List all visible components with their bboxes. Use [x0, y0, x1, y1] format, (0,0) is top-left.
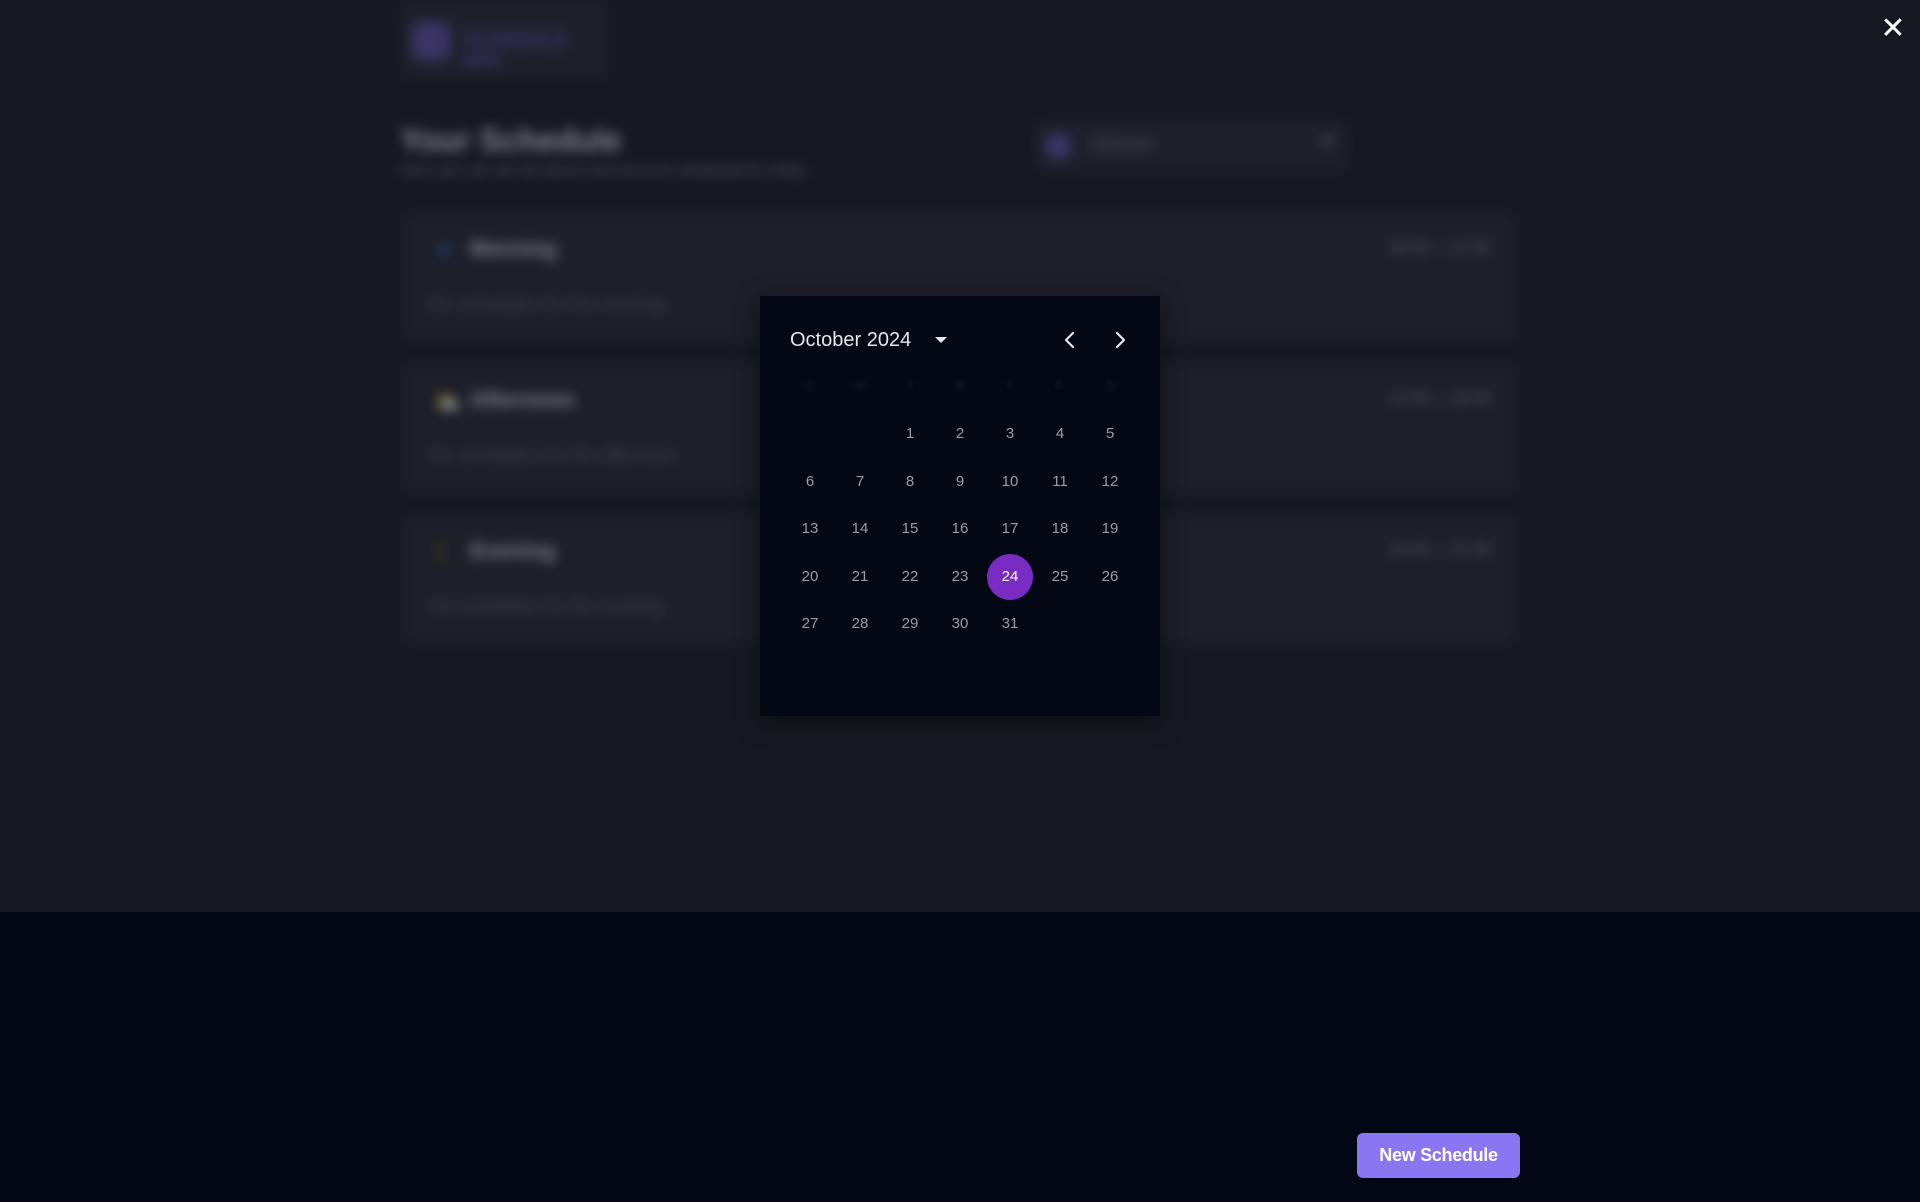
day-cell[interactable]: 29: [887, 601, 933, 647]
day-cell[interactable]: 31: [987, 601, 1033, 647]
day-cell[interactable]: 1: [887, 411, 933, 457]
day-cell[interactable]: 30: [937, 601, 983, 647]
weekday-label: M: [854, 378, 866, 393]
close-button[interactable]: ✕: [1878, 14, 1908, 44]
sun-icon: ☀: [434, 238, 454, 263]
chevron-left-icon: [1064, 331, 1075, 349]
datepicker: October 2024 SMTWTFS 1 2 3 4 5 6 7 8 9 10 11 12 13 14…: [760, 296, 1160, 716]
month-year-selector[interactable]: October 2024: [790, 324, 948, 356]
day-cell[interactable]: 17: [987, 506, 1033, 552]
day-cell[interactable]: 16: [937, 506, 983, 552]
slot-name: Afternoon: [470, 387, 576, 412]
day-cell[interactable]: 27: [787, 601, 833, 647]
day-cell[interactable]: 5: [1087, 411, 1133, 457]
previous-month-button[interactable]: [1054, 324, 1086, 356]
day-cell[interactable]: 14: [837, 506, 883, 552]
day-cell[interactable]: 19: [1087, 506, 1133, 552]
slot-empty-text: No schedules for the morning: [430, 294, 666, 314]
month-label: October 2024: [790, 328, 912, 351]
professional-select-value: Selected: [1090, 136, 1153, 153]
day-cell[interactable]: 6: [787, 459, 833, 505]
user-icon: [1046, 134, 1070, 158]
cloud-sun-icon: ⛅: [434, 389, 462, 414]
day-cell[interactable]: 12: [1087, 459, 1133, 505]
weekday-label: F: [1056, 378, 1064, 393]
chevron-right-icon: [1115, 331, 1126, 349]
professional-select: Selected: [1036, 120, 1348, 172]
slot-empty-text: No schedules for the evening: [430, 596, 664, 616]
page: SCHEDULE APP Your Schedule Here you can …: [0, 0, 1920, 1202]
slot-hours: 13:00 – 18:00: [1388, 389, 1492, 408]
moon-icon: ☾: [434, 540, 454, 565]
slot-empty-text: No schedules for the afternoon: [430, 445, 677, 465]
close-icon: ✕: [1880, 12, 1906, 45]
weekday-label: S: [1105, 378, 1115, 393]
day-cell[interactable]: 13: [787, 506, 833, 552]
day-cell[interactable]: 9: [937, 459, 983, 505]
day-cell-selected[interactable]: 24: [987, 553, 1033, 600]
slot-name: Morning: [470, 236, 557, 261]
day-cell[interactable]: 8: [887, 459, 933, 505]
day-cell[interactable]: 3: [987, 411, 1033, 457]
weekday-label: W: [953, 378, 967, 393]
logo-text: SCHEDULE APP: [462, 30, 570, 71]
next-month-button[interactable]: [1104, 324, 1136, 356]
day-cell[interactable]: 25: [1037, 554, 1083, 600]
day-cell[interactable]: 21: [837, 554, 883, 600]
day-cell[interactable]: 26: [1087, 554, 1133, 600]
slot-name: Evening: [470, 538, 556, 563]
weekday-label: S: [805, 378, 815, 393]
day-cell[interactable]: 15: [887, 506, 933, 552]
day-cell[interactable]: 4: [1037, 411, 1083, 457]
new-schedule-button[interactable]: New Schedule: [1357, 1133, 1520, 1178]
weekday-header: SMTWTFS: [790, 378, 1140, 402]
app-logo: SCHEDULE APP: [400, 0, 608, 78]
day-cell[interactable]: 7: [837, 459, 883, 505]
slot-hours: 19:00 – 21:00: [1388, 540, 1492, 559]
day-grid: 1 2 3 4 5 6 7 8 9 10 11 12 13 14 15 16 17 18 19 20 21 22 23 24 2…: [790, 422, 1140, 672]
slot-hours: 09:00 – 12:00: [1388, 238, 1492, 257]
day-cell[interactable]: 2: [937, 411, 983, 457]
day-cell[interactable]: 22: [887, 554, 933, 600]
logo-icon: [412, 22, 450, 60]
page-subtitle: Here you can see all clients and service…: [400, 162, 807, 179]
day-cell[interactable]: 28: [837, 601, 883, 647]
weekday-label: T: [906, 378, 914, 393]
day-cell[interactable]: 20: [787, 554, 833, 600]
day-cell[interactable]: 18: [1037, 506, 1083, 552]
day-cell[interactable]: 11: [1037, 459, 1083, 505]
modal-overlay-lower: [0, 912, 1920, 1202]
day-cell[interactable]: 10: [987, 459, 1033, 505]
day-cell[interactable]: 23: [937, 554, 983, 600]
page-title: Your Schedule: [400, 122, 622, 158]
weekday-label: T: [1006, 378, 1014, 393]
chevron-down-icon: [1320, 138, 1334, 146]
caret-down-icon: [935, 337, 948, 343]
